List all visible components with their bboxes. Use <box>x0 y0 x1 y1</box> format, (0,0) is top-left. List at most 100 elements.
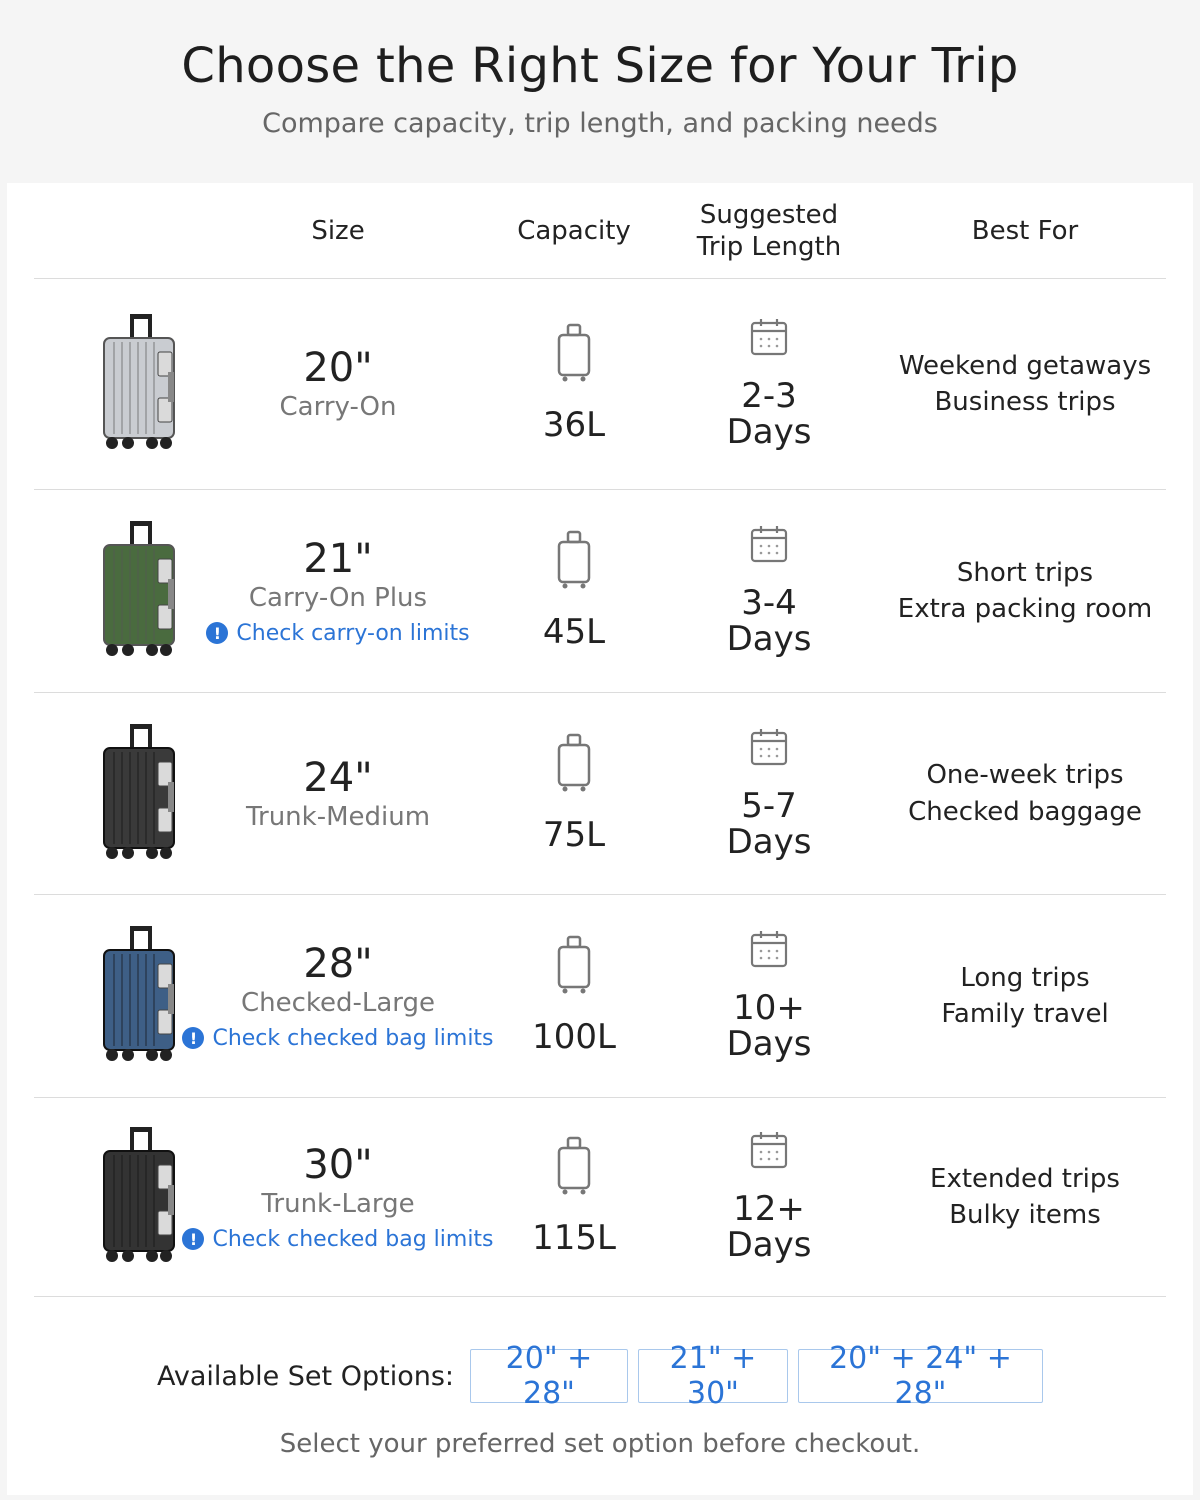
trip-length-cell: 3-4 Days <box>684 490 854 692</box>
column-header-trip-length: Suggested Trip Length <box>696 199 842 263</box>
trip-length-cell: 2-3 Days <box>684 279 854 489</box>
trip-length-cell: 12+ Days <box>684 1098 854 1296</box>
capacity-value: 36L <box>542 405 606 445</box>
best-for-line-1: Weekend getaways <box>898 350 1152 381</box>
column-header-capacity: Capacity <box>517 215 631 246</box>
best-for-line-2: Extra packing room <box>897 594 1153 624</box>
capacity-cell: 100L <box>484 895 664 1097</box>
page-subtitle: Compare capacity, trip length, and packi… <box>262 108 938 139</box>
luggage-icon <box>554 733 594 797</box>
capacity-value: 45L <box>542 612 606 652</box>
size-name: Carry-On Plus <box>248 582 428 613</box>
size-cell: 30" Trunk-Large ! Check checked bag limit… <box>182 1098 494 1296</box>
size-value: 28" <box>303 940 373 987</box>
table-row: 20" Carry-On 36L 2-3 Days Weekend getawa… <box>34 279 1166 490</box>
info-icon: ! <box>182 1027 205 1049</box>
best-for-cell: One-week trips Checked baggage <box>884 693 1166 894</box>
trip-range: 12+ <box>733 1189 805 1230</box>
size-name: Checked-Large <box>240 987 436 1018</box>
luggage-icon <box>554 323 594 387</box>
best-for-cell: Long trips Family travel <box>884 895 1166 1097</box>
suitcase-image <box>74 895 204 1097</box>
best-for-line-2: Family travel <box>941 999 1109 1029</box>
size-comparison-card: Size Capacity Suggested Trip Length Best … <box>7 183 1193 1495</box>
trip-range: 10+ <box>733 988 805 1029</box>
size-cell: 24" Trunk-Medium <box>209 693 467 894</box>
best-for-line-2: Business trips <box>934 387 1116 417</box>
size-cell: 28" Checked-Large ! Check checked bag lim… <box>182 895 494 1097</box>
table-row: 21" Carry-On Plus ! Check carry-on limits… <box>34 490 1166 693</box>
capacity-cell: 45L <box>484 490 664 692</box>
limit-link[interactable]: ! Check checked bag limits <box>182 1026 494 1051</box>
table-body: 20" Carry-On 36L 2-3 Days Weekend getawa… <box>34 279 1166 1297</box>
page-header: Choose the Right Size for Your Trip Comp… <box>0 0 1200 183</box>
info-icon: ! <box>206 622 229 644</box>
best-for-line-2: Bulky items <box>949 1200 1101 1230</box>
trip-range: 3-4 <box>741 583 797 624</box>
luggage-icon <box>554 935 594 999</box>
calendar-icon <box>749 317 789 361</box>
trip-unit: Days <box>726 412 812 452</box>
trip-unit: Days <box>726 821 812 862</box>
trip-unit: Days <box>726 1225 812 1265</box>
size-name: Trunk-Medium <box>245 801 431 832</box>
silver-suitcase-icon <box>96 312 182 456</box>
best-for-cell: Weekend getaways Business trips <box>884 279 1166 489</box>
trip-length-cell: 10+ Days <box>684 895 854 1097</box>
set-options-label: Available Set Options: <box>157 1360 454 1392</box>
size-name: Trunk-Large <box>261 1188 415 1219</box>
set-option-button-1[interactable]: 20" + 28" <box>470 1341 628 1411</box>
black-suitcase-icon <box>96 722 182 866</box>
table-row: 30" Trunk-Large ! Check checked bag limit… <box>34 1098 1166 1297</box>
calendar-icon <box>749 524 789 568</box>
capacity-cell: 75L <box>484 693 664 894</box>
suitcase-image <box>74 693 204 894</box>
best-for-cell: Short trips Extra packing room <box>884 490 1166 692</box>
luggage-icon <box>554 1136 594 1200</box>
table-row: 28" Checked-Large ! Check checked bag lim… <box>34 895 1166 1098</box>
limit-link[interactable]: ! Check carry-on limits <box>206 621 470 646</box>
best-for-line-1: Extended trips <box>930 1163 1120 1194</box>
table-header: Size Capacity Suggested Trip Length Best … <box>34 183 1166 279</box>
best-for-line-1: Long trips <box>960 962 1090 993</box>
set-option-button-2[interactable]: 21" + 30" <box>638 1341 788 1411</box>
best-for-line-1: One-week trips <box>926 760 1124 791</box>
capacity-cell: 36L <box>484 279 664 489</box>
capacity-cell: 115L <box>484 1098 664 1296</box>
page-title: Choose the Right Size for Your Trip <box>181 38 1019 94</box>
best-for-line-2: Checked baggage <box>908 796 1142 827</box>
capacity-value: 75L <box>542 814 606 855</box>
suitcase-image <box>74 490 204 692</box>
size-cell: 20" Carry-On <box>209 279 467 489</box>
capacity-value: 100L <box>532 1017 616 1057</box>
table-row: 24" Trunk-Medium 75L 5-7 Days One-week t… <box>34 693 1166 895</box>
luggage-icon <box>554 530 594 594</box>
size-name: Carry-On <box>279 392 397 422</box>
calendar-icon <box>749 929 789 973</box>
trip-range: 2-3 <box>741 376 797 417</box>
info-icon: ! <box>182 1228 205 1250</box>
size-value: 21" <box>303 535 373 582</box>
size-value: 30" <box>303 1141 373 1188</box>
blue-suitcase-icon <box>96 924 182 1068</box>
trip-length-cell: 5-7 Days <box>684 693 854 894</box>
best-for-line-1: Short trips <box>956 557 1094 588</box>
size-value: 20" <box>303 345 373 391</box>
set-option-button-3[interactable]: 20" + 24" + 28" <box>798 1341 1043 1411</box>
trip-unit: Days <box>726 619 812 659</box>
capacity-value: 115L <box>532 1218 616 1258</box>
column-header-best-for: Best For <box>971 215 1079 246</box>
calendar-icon <box>749 727 789 771</box>
calendar-icon <box>749 1130 789 1174</box>
column-header-size: Size <box>311 215 365 246</box>
set-options: Available Set Options: 20" + 28" 21" + 3… <box>7 1341 1193 1411</box>
checkout-note: Select your preferred set option before … <box>279 1429 921 1459</box>
suitcase-image <box>74 279 204 489</box>
green-suitcase-icon <box>96 519 182 663</box>
size-table: Size Capacity Suggested Trip Length Best … <box>34 183 1166 1297</box>
size-cell: 21" Carry-On Plus ! Check carry-on limits <box>206 490 470 692</box>
limit-link[interactable]: ! Check checked bag limits <box>182 1227 494 1252</box>
size-value: 24" <box>303 754 373 801</box>
trip-unit: Days <box>726 1024 812 1064</box>
black-suitcase-icon <box>96 1125 182 1269</box>
